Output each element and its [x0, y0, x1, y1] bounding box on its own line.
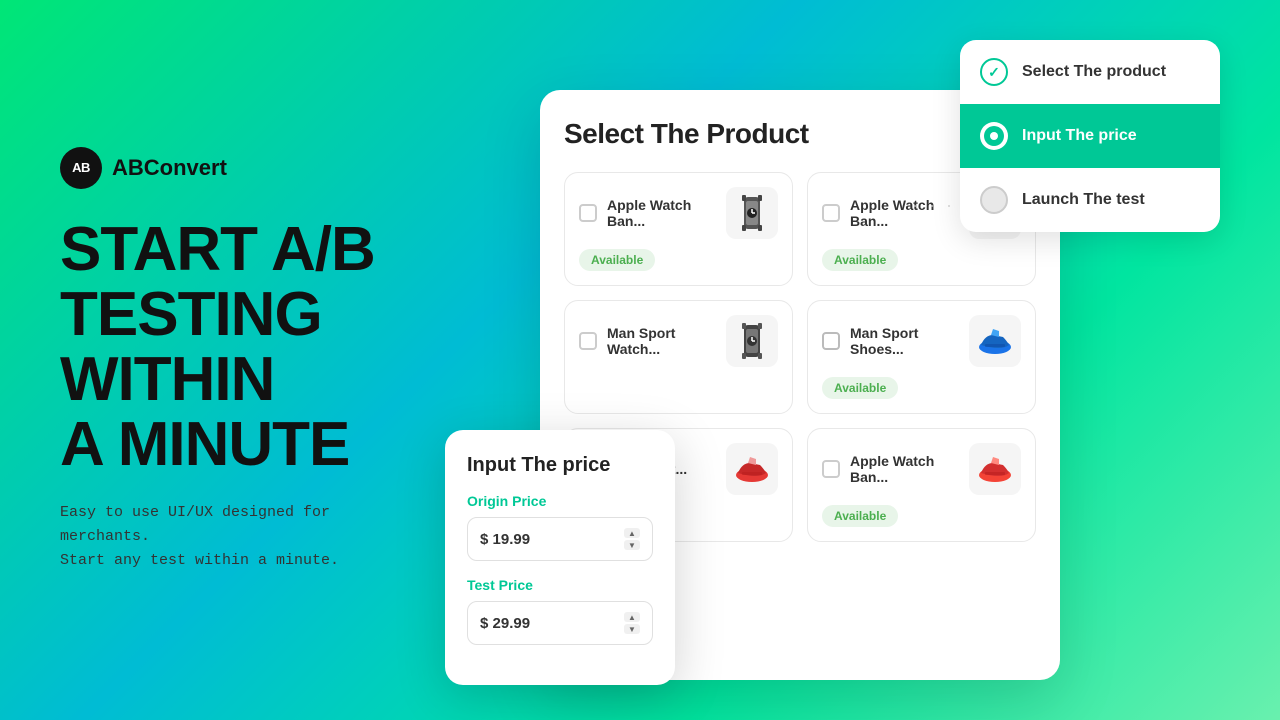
shoes-red2-icon [971, 445, 1019, 493]
list-item[interactable]: Man Sport Shoes... Available [807, 300, 1036, 414]
logo: AB ABConvert [60, 147, 500, 189]
price-popup: Input The price Origin Price $ 19.99 ▲ ▼… [445, 430, 675, 685]
spinner-down[interactable]: ▼ [624, 540, 640, 550]
list-item[interactable]: Man Sport Watch... [564, 300, 793, 414]
product-name: Apple Watch Ban... [850, 453, 959, 485]
product-image [969, 315, 1021, 367]
product-name: Man Sport Shoes... [850, 325, 959, 357]
step-1-icon: ✓ [980, 58, 1008, 86]
product-image [726, 443, 778, 495]
shoes-red-icon [728, 445, 776, 493]
origin-price-value: $ 19.99 [480, 531, 616, 548]
price-popup-title: Input The price [467, 454, 653, 477]
test-price-spinner[interactable]: ▲ ▼ [624, 612, 640, 634]
spinner-up-2[interactable]: ▲ [624, 612, 640, 622]
step-2-label: Input The price [1022, 127, 1137, 145]
status-badge: Available [822, 377, 898, 399]
spinner-up[interactable]: ▲ [624, 528, 640, 538]
headline: START A/BTESTINGWITHINA MINUTE [60, 217, 500, 477]
test-price-value: $ 29.99 [480, 615, 616, 632]
step-3-label: Launch The test [1022, 191, 1145, 209]
product-checkbox-1[interactable] [579, 204, 597, 222]
step-input-price[interactable]: Input The price [960, 104, 1220, 168]
test-price-label: Test Price [467, 577, 653, 593]
spinner-down-2[interactable]: ▼ [624, 624, 640, 634]
status-badge: Available [822, 505, 898, 527]
product-image [726, 315, 778, 367]
shoes-blue-icon [971, 317, 1019, 365]
sport-watch-icon [728, 317, 776, 365]
subtitle: Easy to use UI/UX designed for merchants… [60, 501, 400, 573]
test-price-input[interactable]: $ 29.99 ▲ ▼ [467, 601, 653, 645]
product-name: Man Sport Watch... [607, 325, 716, 357]
step-select-product[interactable]: ✓ Select The product [960, 40, 1220, 104]
origin-price-spinner[interactable]: ▲ ▼ [624, 528, 640, 550]
product-checkbox-6[interactable] [822, 460, 840, 478]
list-item[interactable]: Apple Watch Ban... Available [564, 172, 793, 286]
logo-name: ABConvert [112, 155, 227, 181]
product-checkbox-3[interactable] [579, 332, 597, 350]
status-badge: Available [579, 249, 655, 271]
step-launch-test[interactable]: Launch The test [960, 168, 1220, 232]
step-3-icon [980, 186, 1008, 214]
product-image [726, 187, 778, 239]
steps-panel: ✓ Select The product Input The price Lau… [960, 40, 1220, 232]
status-badge: Available [822, 249, 898, 271]
step-2-icon [980, 122, 1008, 150]
origin-price-label: Origin Price [467, 493, 653, 509]
list-item[interactable]: Apple Watch Ban... Available [807, 428, 1036, 542]
product-checkbox-2[interactable] [822, 204, 840, 222]
product-checkbox-4[interactable] [822, 332, 840, 350]
origin-price-input[interactable]: $ 19.99 ▲ ▼ [467, 517, 653, 561]
product-image [969, 443, 1021, 495]
logo-icon: AB [60, 147, 102, 189]
product-name: Apple Watch Ban... [607, 197, 716, 229]
check-icon: ✓ [988, 64, 1000, 81]
left-panel: AB ABConvert START A/BTESTINGWITHINA MIN… [60, 0, 500, 720]
step-1-label: Select The product [1022, 63, 1166, 81]
watch-icon [728, 189, 776, 237]
